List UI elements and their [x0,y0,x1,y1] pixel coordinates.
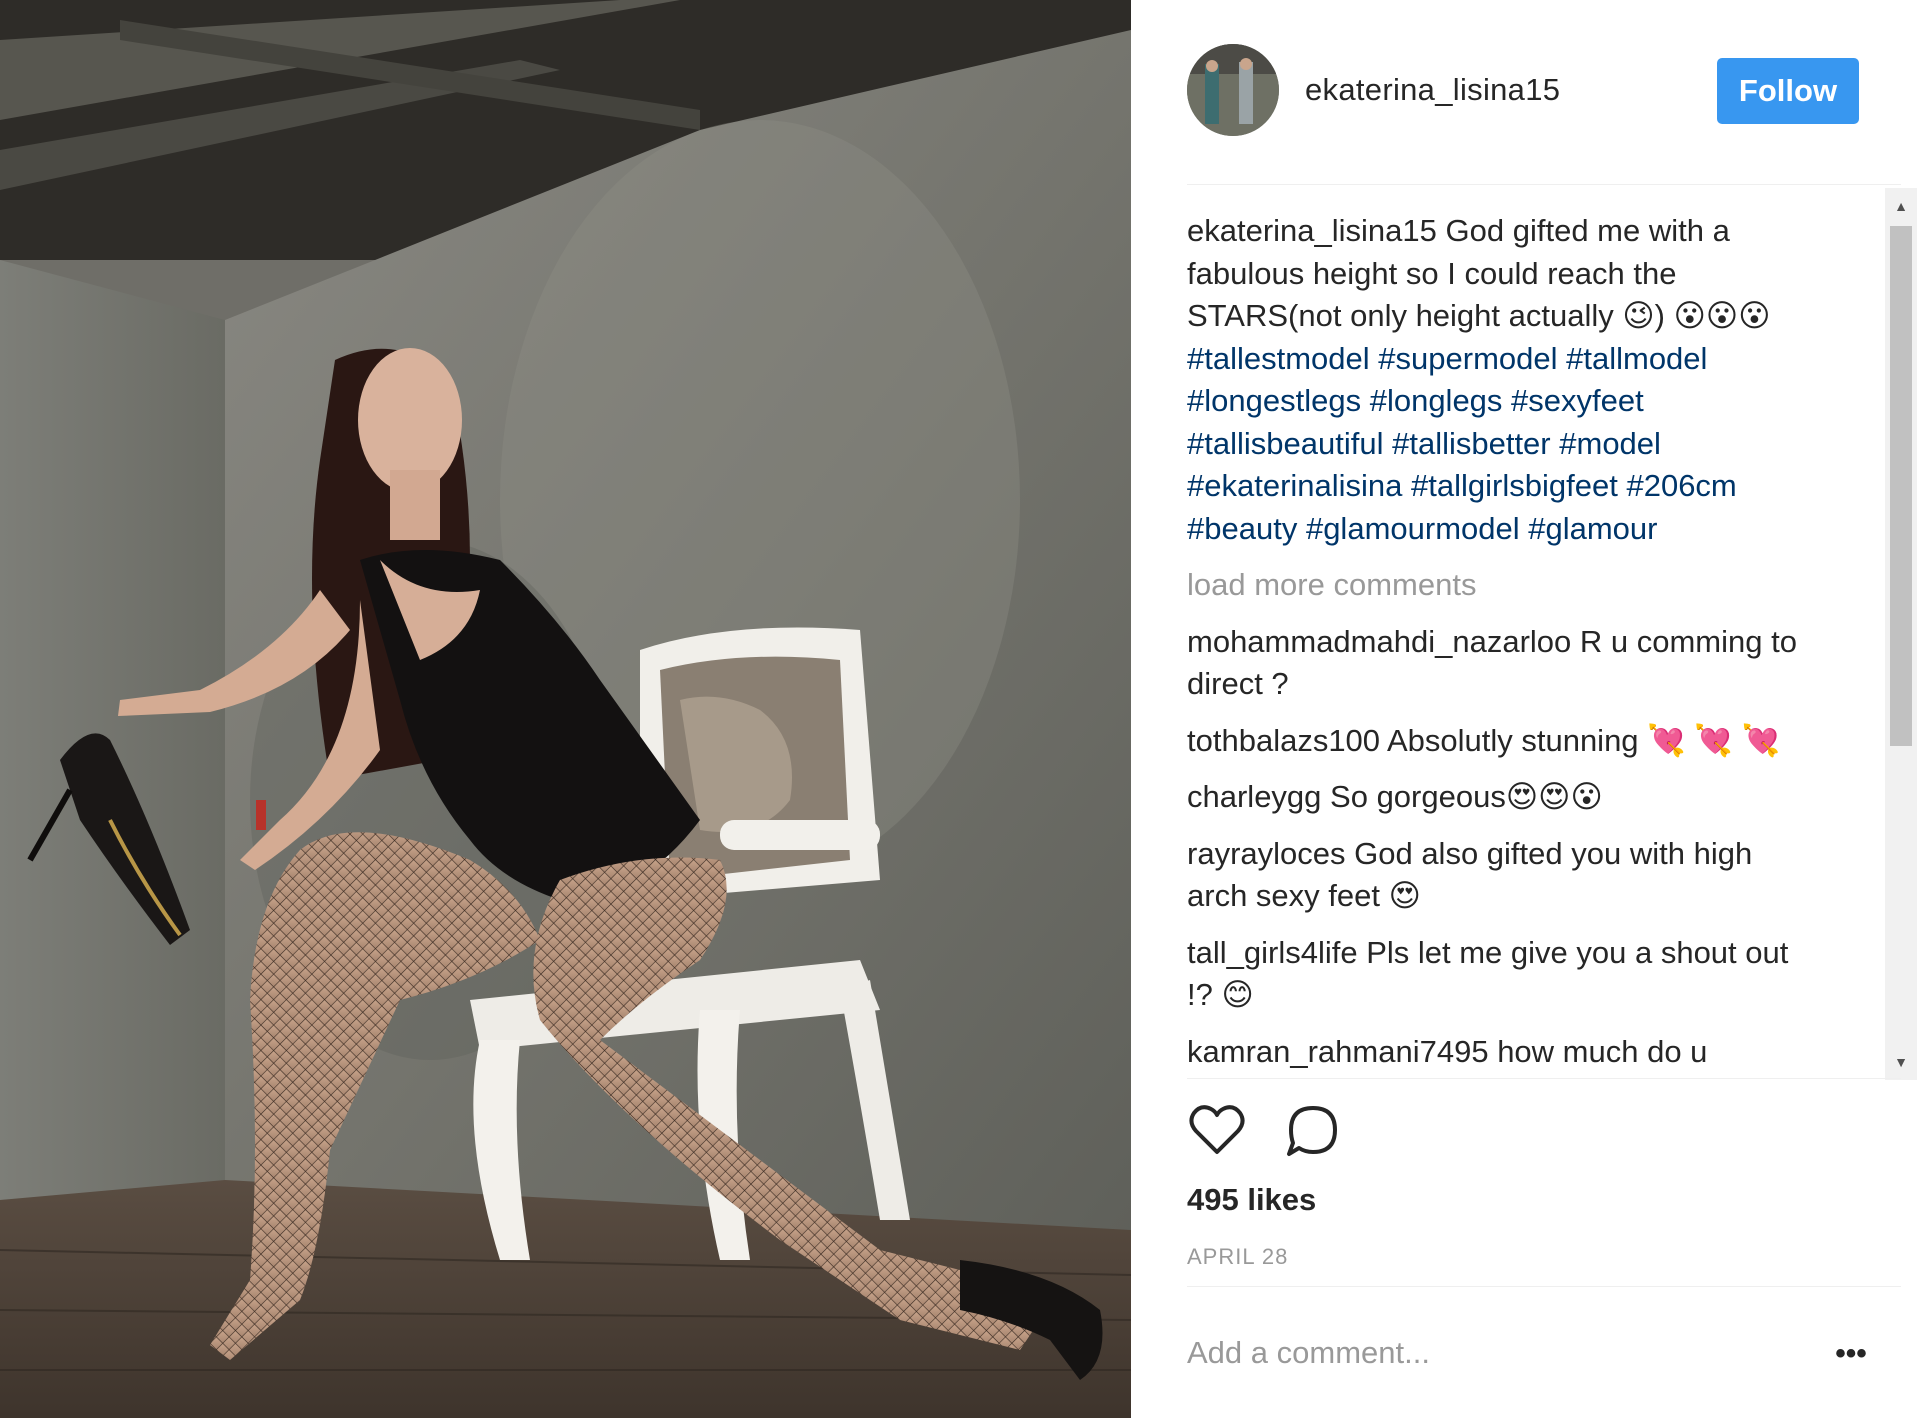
comment-item: kamran_rahmani7495 how much do u [1187,1031,1817,1074]
likes-count[interactable]: 495 likes [1187,1182,1316,1218]
comment-username[interactable]: mohammadmahdi_nazarloo [1187,624,1571,659]
comment-username[interactable]: kamran_rahmani7495 [1187,1034,1489,1069]
hashtag-link[interactable]: #206cm [1626,468,1736,503]
hashtag-link[interactable]: #tallmodel [1566,341,1707,376]
post-photo-image [0,0,1131,1418]
post-actions [1187,1100,1487,1160]
hashtag-link[interactable]: #model [1559,426,1661,461]
scroll-up-arrow-icon[interactable]: ▲ [1885,192,1917,220]
avatar[interactable] [1187,44,1279,136]
divider [1187,1286,1901,1287]
comment-item: mohammadmahdi_nazarloo R u comming to di… [1187,621,1817,706]
comment-username[interactable]: rayrayloces [1187,836,1346,871]
divider [1187,1078,1901,1079]
comment-text: how much do u [1488,1033,1708,1069]
hashtag-link[interactable]: #sexyfeet [1511,383,1644,418]
add-comment-input[interactable] [1187,1328,1787,1378]
comment-username[interactable]: tall_girls4life [1187,935,1358,970]
comment-username[interactable]: charleygg [1187,779,1321,814]
comment-item: rayrayloces God also gifted you with hig… [1187,833,1817,918]
hashtag-link[interactable]: #tallgirlsbigfeet [1411,468,1618,503]
hashtag-link[interactable]: #tallestmodel [1187,341,1370,376]
hashtag-link[interactable]: #beauty [1187,511,1297,546]
hashtag-link[interactable]: #ekaterinalisina [1187,468,1402,503]
caption-username[interactable]: ekaterina_lisina15 [1187,213,1437,248]
divider [1187,184,1901,185]
post-username[interactable]: ekaterina_lisina15 [1305,72,1560,108]
heart-icon[interactable] [1187,1100,1247,1160]
hashtag-link[interactable]: #glamour [1528,511,1657,546]
more-options-icon[interactable]: ••• [1827,1334,1875,1374]
post-side-panel: ekaterina_lisina15 Follow ekaterina_lisi… [1131,0,1920,1418]
hashtag-link[interactable]: #longlegs [1370,383,1503,418]
comment-item: tall_girls4life Pls let me give you a sh… [1187,932,1817,1017]
scrollbar-thumb[interactable] [1890,226,1912,746]
post-date[interactable]: APRIL 28 [1187,1244,1288,1270]
comment-bubble-icon[interactable] [1283,1100,1343,1160]
hashtag-link[interactable]: #glamourmodel [1306,511,1520,546]
post-photo[interactable] [0,0,1131,1418]
post-header: ekaterina_lisina15 Follow [1187,44,1901,140]
scroll-down-arrow-icon[interactable]: ▼ [1885,1048,1917,1076]
hashtag-link[interactable]: #tallisbetter [1392,426,1551,461]
comment-item: tothbalazs100 Absolutly stunning 💘 💘 💘 [1187,720,1817,763]
comment-item: charleygg So gorgeous😍😍😮 [1187,776,1817,819]
comments-scrollbar[interactable]: ▲ ▼ [1885,188,1917,1080]
comment-text: Absolutly stunning 💘 💘 💘 [1380,722,1781,758]
load-more-comments-link[interactable]: load more comments [1187,564,1817,607]
comments-list: ekaterina_lisina15 God gifted me with a … [1187,210,1817,1078]
caption: ekaterina_lisina15 God gifted me with a … [1187,210,1817,550]
hashtag-link[interactable]: #longestlegs [1187,383,1361,418]
comment-text: So gorgeous😍😍😮 [1321,779,1603,814]
hashtag-link[interactable]: #tallisbeautiful [1187,426,1383,461]
follow-button[interactable]: Follow [1717,58,1859,124]
hashtag-link[interactable]: #supermodel [1378,341,1557,376]
comment-username[interactable]: tothbalazs100 [1187,723,1380,758]
